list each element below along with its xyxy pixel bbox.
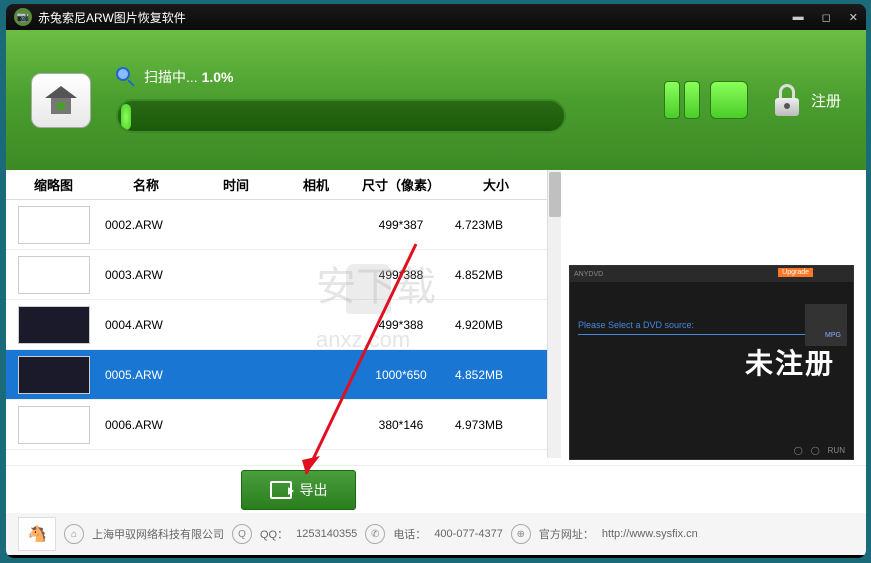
thumbnail (6, 354, 101, 396)
cell-name: 0006.ARW (101, 418, 191, 432)
stop-button[interactable] (710, 81, 748, 119)
cell-filesize: 4.852MB (451, 268, 541, 282)
progress-fill (121, 104, 131, 130)
company-logo: 🐴 (18, 517, 56, 551)
cell-size: 499*388 (351, 318, 451, 332)
minimize-button[interactable]: ▬ (793, 11, 804, 24)
cell-filesize: 4.723MB (451, 218, 541, 232)
table-row[interactable]: 0005.ARW 1000*650 4.852MB (6, 350, 561, 400)
table-row[interactable]: 0004.ARW 499*388 4.920MB (6, 300, 561, 350)
qq-icon: Q (232, 524, 252, 544)
cell-size: 499*387 (351, 218, 451, 232)
thumbnail (6, 204, 101, 246)
export-label: 导出 (300, 480, 328, 500)
phone-number: 400-077-4377 (434, 528, 503, 540)
scan-percent: 1.0% (202, 69, 234, 85)
cell-size: 380*146 (351, 418, 451, 432)
table-row[interactable]: 0002.ARW 499*387 4.723MB (6, 200, 561, 250)
file-table: 缩略图 名称 时间 相机 尺寸（像素） 大小 0002.ARW 499*387 … (6, 170, 561, 465)
thumbnail (6, 254, 101, 296)
preview-image: ANYDVDUpgrade MPG Please Select a DVD so… (569, 265, 854, 460)
thumbnail (6, 304, 101, 346)
building-icon: ⌂ (64, 524, 84, 544)
search-icon (116, 67, 136, 87)
qq-number: 1253140355 (296, 528, 357, 540)
cell-name: 0003.ARW (101, 268, 191, 282)
register-label: 注册 (811, 90, 841, 111)
cell-filesize: 4.852MB (451, 368, 541, 382)
thumbnail (6, 404, 101, 446)
cell-name: 0005.ARW (101, 368, 191, 382)
home-button[interactable] (31, 73, 91, 128)
col-name[interactable]: 名称 (101, 175, 191, 194)
titlebar: 📷 赤兔索尼ARW图片恢复软件 ▬ ◻ ✕ (6, 4, 866, 30)
preview-panel: ANYDVDUpgrade MPG Please Select a DVD so… (561, 170, 866, 465)
register-button[interactable]: 注册 (773, 84, 841, 116)
col-filesize[interactable]: 大小 (451, 175, 541, 194)
lock-icon (773, 84, 801, 116)
scan-label: 扫描中... (144, 67, 198, 87)
scrollbar[interactable] (547, 170, 561, 458)
col-size[interactable]: 尺寸（像素） (351, 175, 451, 194)
app-icon: 📷 (14, 8, 32, 26)
globe-icon: ⊕ (511, 524, 531, 544)
company-name: 上海甲驭网络科技有限公司 (92, 526, 224, 542)
export-button[interactable]: 导出 (241, 470, 356, 510)
maximize-button[interactable]: ◻ (822, 11, 831, 24)
phone-icon: ✆ (365, 524, 385, 544)
table-row[interactable]: 0006.ARW 380*146 4.973MB (6, 400, 561, 450)
export-icon (270, 481, 292, 499)
cell-size: 1000*650 (351, 368, 451, 382)
table-row[interactable]: 0003.ARW 499*388 4.852MB (6, 250, 561, 300)
close-button[interactable]: ✕ (849, 11, 858, 24)
window-title: 赤兔索尼ARW图片恢复软件 (38, 9, 186, 26)
progress-bar (116, 99, 566, 133)
pause-button[interactable] (664, 81, 700, 119)
cell-size: 499*388 (351, 268, 451, 282)
footer: 🐴 ⌂ 上海甲驭网络科技有限公司 Q QQ：1253140355 ✆ 电话：40… (6, 513, 866, 555)
cell-name: 0002.ARW (101, 218, 191, 232)
col-thumb[interactable]: 缩略图 (6, 175, 101, 194)
header-panel: 扫描中... 1.0% 注册 (6, 30, 866, 170)
col-time[interactable]: 时间 (191, 175, 281, 194)
table-header: 缩略图 名称 时间 相机 尺寸（像素） 大小 (6, 170, 561, 200)
unregistered-label: 未注册 (745, 342, 835, 382)
cell-name: 0004.ARW (101, 318, 191, 332)
home-icon (45, 86, 77, 114)
cell-filesize: 4.973MB (451, 418, 541, 432)
cell-filesize: 4.920MB (451, 318, 541, 332)
col-camera[interactable]: 相机 (281, 175, 351, 194)
scroll-thumb[interactable] (549, 172, 561, 217)
website-url[interactable]: http://www.sysfix.cn (602, 528, 698, 540)
